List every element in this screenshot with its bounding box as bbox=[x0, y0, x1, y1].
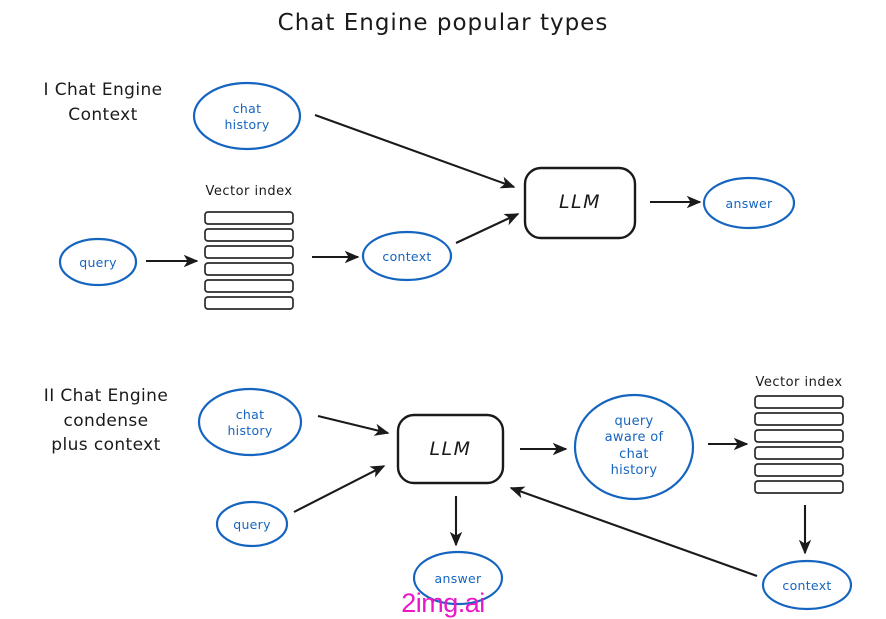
node-llm[interactable] bbox=[523, 166, 637, 240]
edge-chat-history-to-llm bbox=[314, 114, 516, 189]
node-query-aware-of-chat-history[interactable] bbox=[573, 393, 695, 501]
node-answer-2[interactable] bbox=[412, 550, 504, 606]
edge-chat-history-2-to-llm-2 bbox=[317, 414, 390, 436]
edge-query-2-to-llm-2 bbox=[293, 465, 386, 513]
node-query[interactable] bbox=[58, 237, 138, 287]
node-llm-2[interactable] bbox=[396, 413, 505, 485]
node-context[interactable] bbox=[361, 230, 453, 282]
node-chat-history-2[interactable] bbox=[197, 387, 303, 457]
edge-context-to-llm bbox=[455, 213, 520, 244]
node-query-2[interactable] bbox=[215, 500, 289, 548]
section-2-graphics bbox=[197, 387, 853, 611]
edge-context-2-to-llm-2 bbox=[509, 486, 758, 577]
node-answer[interactable] bbox=[702, 176, 796, 230]
node-vector-index-2[interactable] bbox=[754, 395, 844, 494]
node-chat-history[interactable] bbox=[192, 81, 302, 151]
diagram-canvas bbox=[58, 81, 853, 611]
node-vector-index[interactable] bbox=[204, 211, 294, 310]
section-1-graphics bbox=[58, 81, 796, 310]
node-context-2[interactable] bbox=[761, 559, 853, 611]
